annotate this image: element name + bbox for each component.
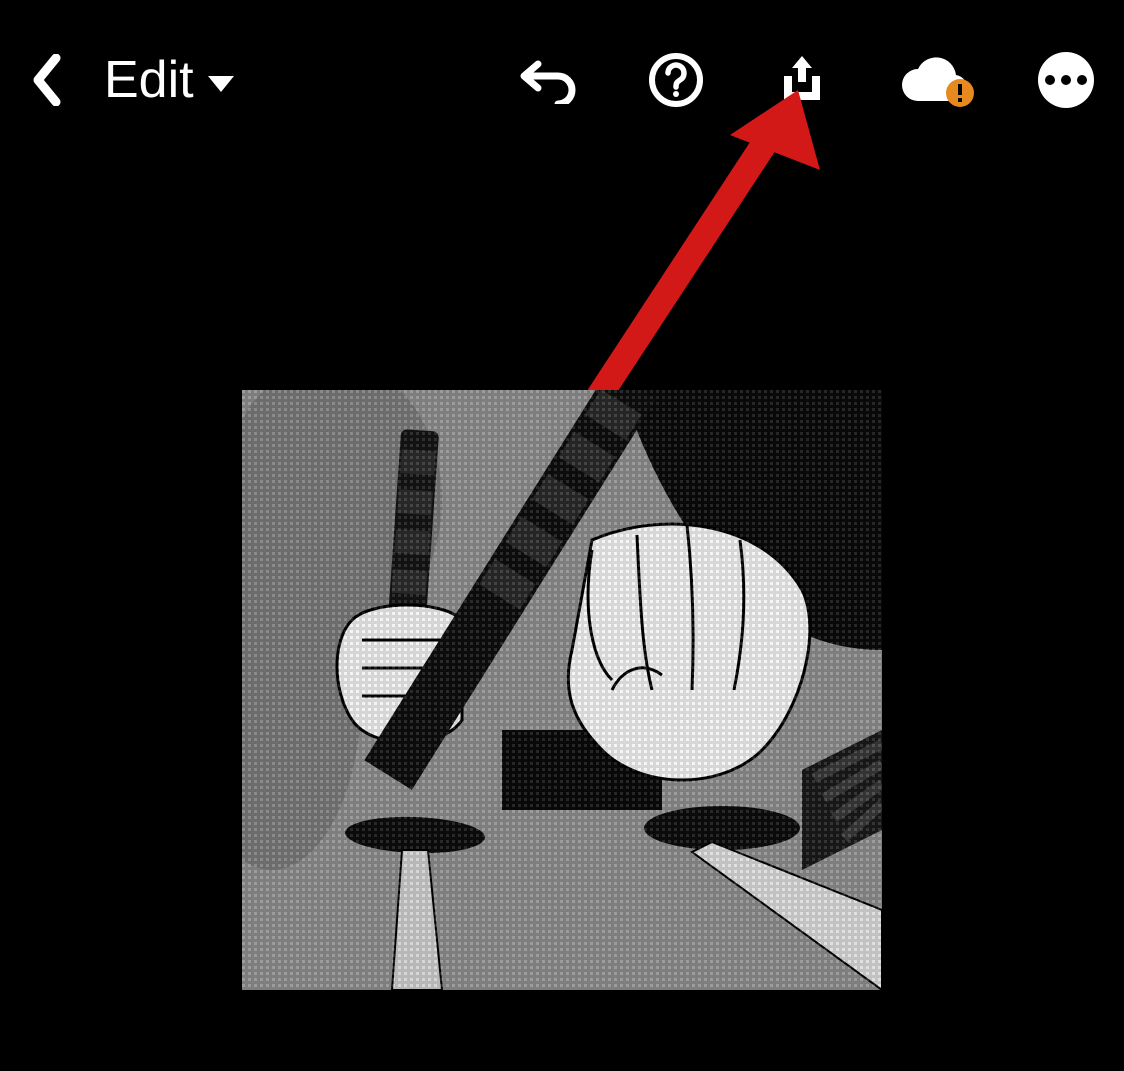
toolbar-right bbox=[520, 52, 1094, 108]
share-button[interactable] bbox=[774, 52, 830, 108]
more-icon bbox=[1038, 52, 1094, 108]
editor-canvas bbox=[0, 160, 1124, 1071]
top-toolbar: Edit bbox=[0, 0, 1124, 160]
back-button[interactable] bbox=[30, 54, 64, 106]
undo-button[interactable] bbox=[520, 56, 578, 104]
edit-label: Edit bbox=[104, 50, 194, 110]
toolbar-left: Edit bbox=[30, 50, 234, 110]
cloud-button[interactable] bbox=[900, 57, 968, 103]
artwork-illustration bbox=[242, 390, 882, 990]
edit-dropdown[interactable]: Edit bbox=[104, 50, 234, 110]
undo-icon bbox=[520, 56, 578, 104]
help-button[interactable] bbox=[648, 52, 704, 108]
image-preview[interactable] bbox=[242, 390, 882, 990]
cloud-warning-badge bbox=[946, 79, 974, 107]
help-icon bbox=[648, 52, 704, 108]
chevron-left-icon bbox=[30, 54, 64, 106]
more-button[interactable] bbox=[1038, 52, 1094, 108]
caret-down-icon bbox=[208, 76, 234, 92]
share-icon bbox=[774, 52, 830, 108]
exclamation-icon bbox=[956, 84, 964, 102]
